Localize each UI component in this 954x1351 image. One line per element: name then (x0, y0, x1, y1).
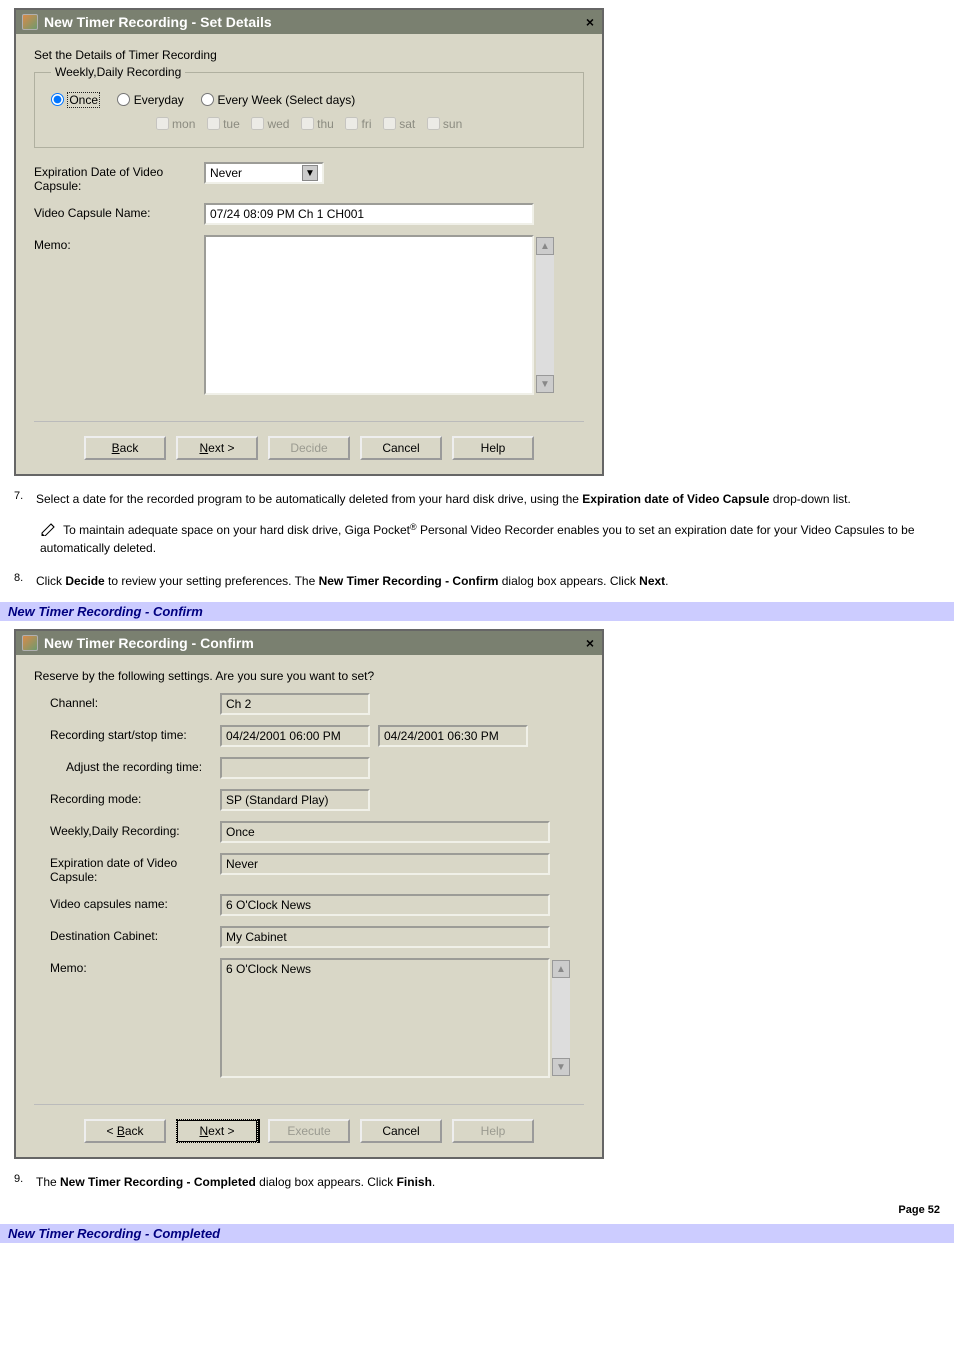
next-button[interactable]: Next > (176, 436, 258, 460)
app-icon (22, 14, 38, 30)
day-mon: mon (156, 117, 196, 131)
cancel-button[interactable]: Cancel (360, 1119, 442, 1143)
instruction-text: Set the Details of Timer Recording (34, 48, 584, 62)
expiration-label: Expiration Date of Video Capsule: (34, 162, 204, 193)
weekly-label: Weekly,Daily Recording: (50, 821, 220, 838)
step-text: Click Decide to review your setting pref… (36, 572, 940, 591)
channel-value: Ch 2 (220, 693, 370, 715)
note-block: To maintain adequate space on your hard … (40, 521, 940, 558)
dialog-title: New Timer Recording - Confirm (44, 635, 254, 651)
section-heading-confirm: New Timer Recording - Confirm (0, 602, 954, 621)
expiration-select[interactable]: Never ▼ (204, 162, 324, 184)
next-button[interactable]: Next > (176, 1119, 258, 1143)
mode-label: Recording mode: (50, 789, 220, 806)
mode-value: SP (Standard Play) (220, 789, 370, 811)
group-legend: Weekly,Daily Recording (51, 65, 185, 79)
section-heading-completed: New Timer Recording - Completed (0, 1224, 954, 1243)
close-icon[interactable]: × (586, 14, 594, 30)
back-button[interactable]: Back (84, 436, 166, 460)
back-button[interactable]: < Back (84, 1119, 166, 1143)
set-details-dialog: New Timer Recording - Set Details × Set … (14, 8, 604, 476)
dialog-title: New Timer Recording - Set Details (44, 14, 272, 30)
day-wed: wed (251, 117, 289, 131)
page-number: Page 52 (0, 1204, 940, 1216)
capsulesname-value: 6 O'Clock News (220, 894, 550, 916)
start-value: 04/24/2001 06:00 PM (220, 725, 370, 747)
day-sat: sat (383, 117, 415, 131)
decide-button[interactable]: Decide (268, 436, 350, 460)
weekly-daily-group: Weekly,Daily Recording Once Everyday Eve… (34, 72, 584, 148)
day-sun: sun (427, 117, 463, 131)
day-thu: thu (301, 117, 334, 131)
destination-value: My Cabinet (220, 926, 550, 948)
capsule-name-label: Video Capsule Name: (34, 203, 204, 220)
adjust-value (220, 757, 370, 779)
destination-label: Destination Cabinet: (50, 926, 220, 943)
pencil-icon (40, 522, 58, 536)
days-row: mon tue wed thu fri sat sun (51, 117, 567, 131)
step-number: 7. (14, 490, 36, 509)
memo-label2: Memo: (50, 958, 220, 975)
step-number: 8. (14, 572, 36, 591)
help-button[interactable]: Help (452, 1119, 534, 1143)
capsule-name-input[interactable] (204, 203, 534, 225)
step-text: Select a date for the recorded program t… (36, 490, 940, 509)
radio-everyday[interactable]: Everyday (117, 93, 183, 107)
capsulesname-label: Video capsules name: (50, 894, 220, 911)
memo-label: Memo: (34, 235, 204, 252)
instruction-text: Reserve by the following settings. Are y… (34, 669, 584, 683)
radio-once[interactable]: Once (51, 93, 100, 107)
scrollbar[interactable]: ▲▼ (536, 237, 554, 393)
adjust-label: Adjust the recording time: (50, 757, 220, 774)
app-icon (22, 635, 38, 651)
channel-label: Channel: (50, 693, 220, 710)
title-bar: New Timer Recording - Set Details × (16, 10, 602, 34)
startstop-label: Recording start/stop time: (50, 725, 220, 742)
day-fri: fri (345, 117, 371, 131)
day-tue: tue (207, 117, 240, 131)
execute-button[interactable]: Execute (268, 1119, 350, 1143)
chevron-down-icon: ▼ (302, 165, 318, 181)
stop-value: 04/24/2001 06:30 PM (378, 725, 528, 747)
scrollbar[interactable]: ▲▼ (552, 960, 570, 1076)
memo-value2: 6 O'Clock News (220, 958, 550, 1078)
title-bar: New Timer Recording - Confirm × (16, 631, 602, 655)
close-icon[interactable]: × (586, 635, 594, 651)
help-button[interactable]: Help (452, 436, 534, 460)
weekly-value: Once (220, 821, 550, 843)
cancel-button[interactable]: Cancel (360, 436, 442, 460)
expiration-value2: Never (220, 853, 550, 875)
expiration-label2: Expiration date of Video Capsule: (50, 853, 220, 884)
step-number: 9. (14, 1173, 36, 1192)
radio-selectdays[interactable]: Every Week (Select days) (201, 93, 355, 107)
confirm-dialog: New Timer Recording - Confirm × Reserve … (14, 629, 604, 1159)
step-text: The New Timer Recording - Completed dial… (36, 1173, 940, 1192)
memo-textarea[interactable] (204, 235, 534, 395)
